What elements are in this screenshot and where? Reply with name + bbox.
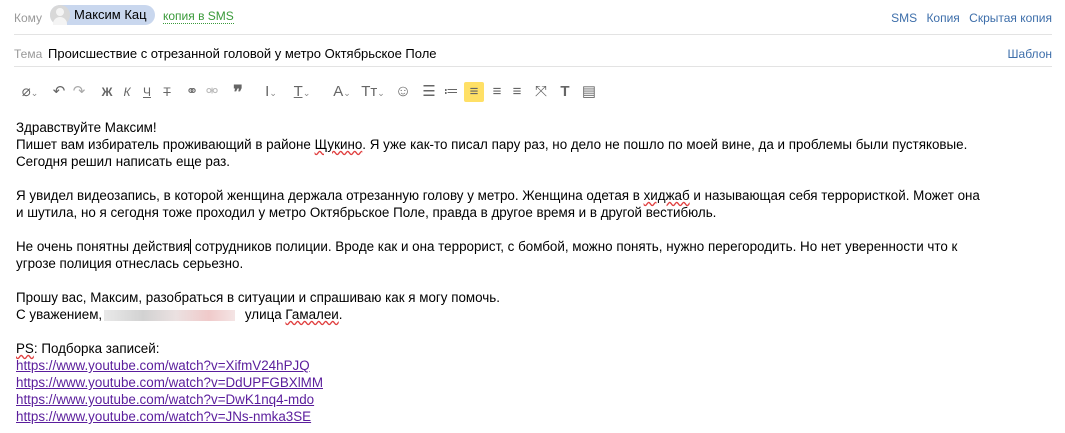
video-link[interactable]: https://www.youtube.com/watch?v=XifmV24h… xyxy=(16,357,1056,374)
divider xyxy=(14,66,1052,67)
recipient-name: Максим Кац xyxy=(74,7,147,22)
strikethrough-icon[interactable]: Т xyxy=(160,82,174,102)
misspelled-word: Щукино xyxy=(314,137,363,152)
paragraph: Пишет вам избиратель проживающий в район… xyxy=(16,136,1056,170)
align-right-icon[interactable]: ≡ xyxy=(508,82,526,102)
text: Пишет вам избиратель проживающий в район… xyxy=(16,137,315,152)
align-left-icon[interactable]: ≡ xyxy=(464,82,484,102)
text: сотрудников полиции. Вроде как и она тер… xyxy=(191,239,958,254)
to-label: Кому xyxy=(14,11,43,25)
divider xyxy=(14,34,1052,35)
undo-icon[interactable]: ↶ xyxy=(50,82,68,102)
text: : Подборка записей: xyxy=(33,341,160,356)
fullscreen-icon[interactable]: ⤧ xyxy=(532,82,550,102)
recipient-options: SMS Копия Скрытая копия xyxy=(885,11,1052,25)
misspelled-word: Гамалеи xyxy=(285,307,339,322)
underline-icon[interactable]: Ч xyxy=(140,82,154,102)
ps-line: PS: Подборка записей: xyxy=(16,340,1056,357)
text: Я увидел видеозапись, в которой женщина … xyxy=(16,188,644,203)
text: . Я уже как-то писал пару раз, но дело н… xyxy=(362,137,968,152)
redacted-name xyxy=(104,309,236,321)
message-body[interactable]: Здравствуйте Максим! Пишет вам избирател… xyxy=(16,119,1056,425)
text-format-icon[interactable]: I⌄ xyxy=(258,82,284,102)
recipient-chip[interactable]: Максим Кац xyxy=(50,5,155,25)
text: угрозе полиция отнеслась серьезно. xyxy=(16,256,244,271)
subject-input[interactable]: Происшествие с отрезанной головой у метр… xyxy=(48,46,437,61)
attach-icon[interactable]: ⌀⌄ xyxy=(16,82,44,102)
sms-link[interactable]: SMS xyxy=(891,11,917,25)
ordered-list-icon[interactable]: ☰ xyxy=(420,82,438,102)
text: и шутила, но я сегодня тоже проходил у м… xyxy=(16,205,717,220)
formatting-toolbar: ⌀⌄ ↶ ↷ Ж К Ч Т ⚭ ⚮ ❞ I⌄ T̲⌄ A⌄ Tт⌄ ☺ ☰ ≔… xyxy=(16,82,636,102)
greeting: Здравствуйте Максим! xyxy=(16,120,157,135)
video-link[interactable]: https://www.youtube.com/watch?v=JNs-nmka… xyxy=(16,408,1056,425)
avatar xyxy=(50,5,70,25)
recipient-row: Кому Максим Кац копия в SMS SMS Копия Ск… xyxy=(0,0,1065,34)
subject-label: Тема xyxy=(14,47,43,61)
text-color-icon[interactable]: T̲⌄ xyxy=(288,82,316,102)
video-link[interactable]: https://www.youtube.com/watch?v=DdUPFGBX… xyxy=(16,374,1056,391)
redo-icon[interactable]: ↷ xyxy=(70,82,88,102)
cc-link[interactable]: Копия xyxy=(926,11,959,25)
misspelled-word: PS xyxy=(16,341,34,356)
misspelled-word: хиджаб xyxy=(643,188,690,203)
bold-icon[interactable]: Ж xyxy=(100,82,114,102)
sms-copy-link[interactable]: копия в SMS xyxy=(163,10,234,24)
font-size-icon[interactable]: A⌄ xyxy=(328,82,356,102)
template-link[interactable]: Шаблон xyxy=(1008,47,1052,61)
template-icon[interactable]: ▤ xyxy=(580,82,598,102)
unlink-icon[interactable]: ⚮ xyxy=(204,82,220,102)
italic-icon[interactable]: К xyxy=(120,82,134,102)
unordered-list-icon[interactable]: ≔ xyxy=(442,82,460,102)
text: . xyxy=(338,307,343,322)
bcc-link[interactable]: Скрытая копия xyxy=(969,11,1052,25)
paragraph: Я увидел видеозапись, в которой женщина … xyxy=(16,187,1056,221)
paragraph: Не очень понятны действия сотрудников по… xyxy=(16,238,1056,272)
video-link[interactable]: https://www.youtube.com/watch?v=DwK1nq4-… xyxy=(16,391,1056,408)
text-case-icon[interactable]: Tт⌄ xyxy=(358,82,388,102)
text: Не очень понятны действия xyxy=(16,239,191,254)
align-center-icon[interactable]: ≡ xyxy=(488,82,506,102)
text: и называющая себя террористкой. Может он… xyxy=(689,188,980,203)
link-icon[interactable]: ⚭ xyxy=(184,82,200,102)
signature: С уважением, улица Гамалеи. xyxy=(16,306,1056,323)
clear-format-icon[interactable]: T xyxy=(556,82,574,102)
emoji-icon[interactable]: ☺ xyxy=(394,82,412,102)
text: улица xyxy=(241,307,286,322)
quote-icon[interactable]: ❞ xyxy=(230,82,246,102)
text: С уважением, xyxy=(16,307,103,322)
text: Сегодня решил написать еще раз. xyxy=(16,154,231,169)
request-line: Прошу вас, Максим, разобраться в ситуаци… xyxy=(16,290,500,305)
